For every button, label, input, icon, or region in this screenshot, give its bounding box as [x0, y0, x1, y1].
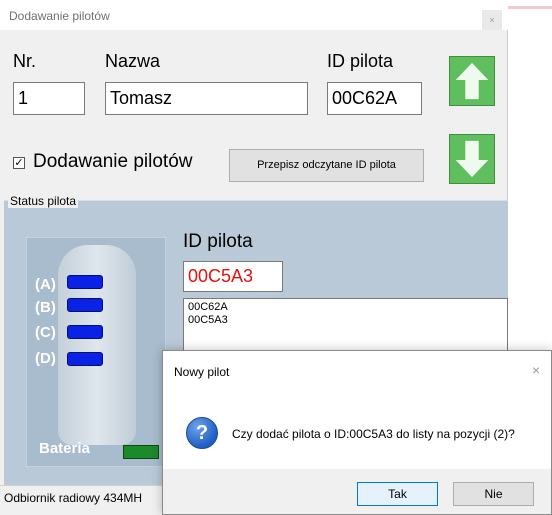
add-remotes-label[interactable]: Dodawanie pilotów: [33, 151, 193, 173]
question-icon: ?: [186, 417, 218, 449]
move-down-button[interactable]: [449, 134, 495, 184]
status-group-caption: Status pilota: [8, 194, 79, 208]
copy-read-id-button[interactable]: Przepisz odczytane ID pilota: [229, 149, 424, 182]
dialog-close-icon[interactable]: ×: [532, 362, 540, 378]
key-led-b: [67, 298, 103, 312]
key-led-c: [67, 325, 103, 339]
yes-button[interactable]: Tak: [357, 482, 438, 506]
remote-id-label: ID pilota: [327, 51, 394, 71]
key-label-d: (D): [35, 350, 56, 367]
read-id-heading: ID pilota: [183, 231, 253, 252]
name-label: Nazwa: [105, 51, 161, 71]
status-bar-text: Odbiornik radiowy 434MH: [4, 491, 143, 505]
nr-label: Nr.: [13, 51, 37, 71]
close-icon[interactable]: ×: [482, 10, 502, 30]
key-led-a: [67, 275, 103, 289]
battery-label: Bateria: [39, 440, 90, 457]
arrow-down-icon: [455, 140, 489, 178]
key-label-b: (B): [35, 299, 56, 316]
background-window-accent: [507, 6, 552, 9]
dialog-title: Nowy pilot: [174, 365, 230, 379]
nr-field[interactable]: 1: [13, 82, 85, 115]
add-remotes-checkbox[interactable]: ✓: [13, 157, 25, 169]
list-item[interactable]: 00C5A3: [188, 314, 503, 327]
move-up-button[interactable]: [449, 56, 495, 106]
battery-led: [123, 445, 159, 459]
key-led-d: [67, 352, 103, 366]
key-label-c: (C): [35, 324, 56, 341]
window-title: Dodawanie pilotów: [9, 9, 110, 23]
key-label-a: (A): [35, 276, 56, 293]
list-item[interactable]: 00C62A: [188, 301, 503, 314]
remote-id-field[interactable]: 00C62A: [327, 82, 422, 115]
arrow-up-icon: [455, 62, 489, 100]
dialog-message: Czy dodać pilota o ID:00C5A3 do listy na…: [232, 427, 515, 441]
name-field[interactable]: Tomasz: [105, 82, 308, 115]
no-button[interactable]: Nie: [453, 482, 534, 506]
read-id-field[interactable]: 00C5A3: [183, 261, 283, 292]
